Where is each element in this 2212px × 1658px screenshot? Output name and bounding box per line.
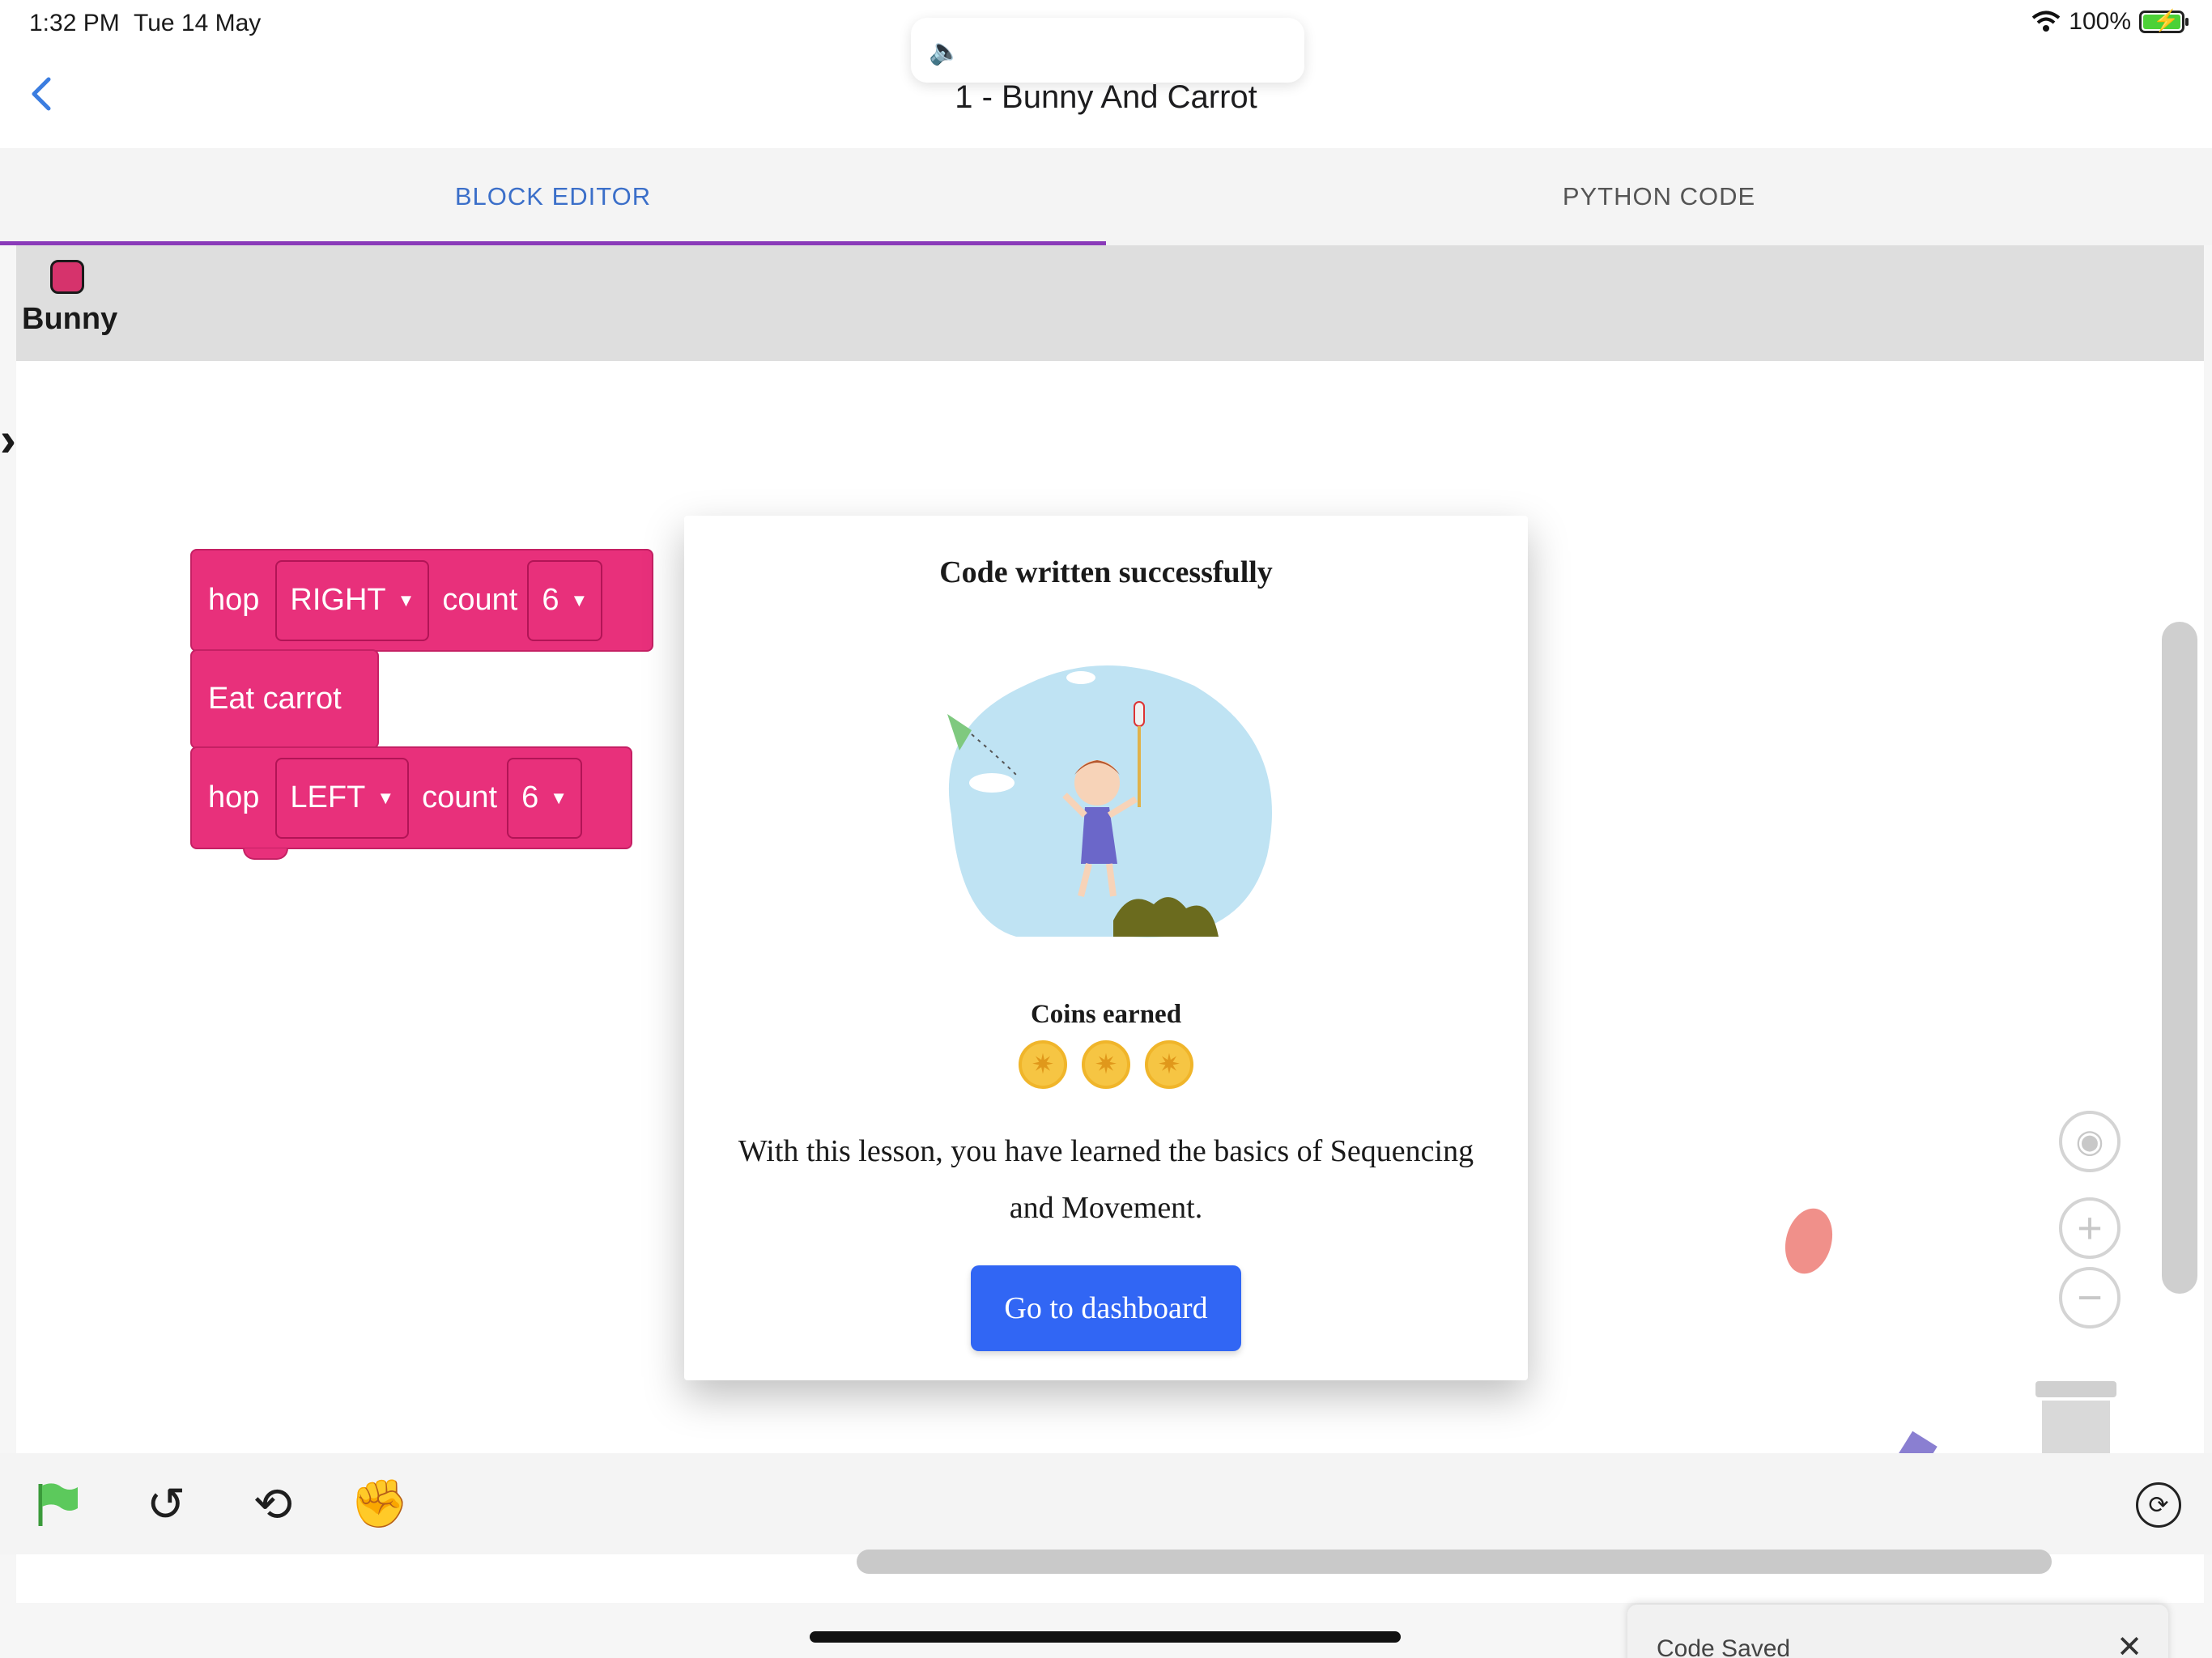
coins-earned: ✷ ✷ ✷ <box>684 1040 1528 1089</box>
tab-python-code[interactable]: PYTHON CODE <box>1106 148 2212 245</box>
coin-icon: ✷ <box>1082 1040 1130 1089</box>
direction-dropdown[interactable]: LEFT ▼ <box>275 757 410 839</box>
eat-carrot-block[interactable]: Eat carrot <box>190 649 379 749</box>
sprite-bar: Bunny <box>16 245 2204 361</box>
block-keyword: hop <box>208 583 260 617</box>
bottom-toolbar: ↺ ⟲ ✊ ⟳ <box>0 1453 2212 1554</box>
caret-down-icon: ▼ <box>550 787 568 808</box>
coin-icon: ✷ <box>1145 1040 1193 1089</box>
hop-block[interactable]: hop RIGHT ▼ count 6 ▼ <box>190 549 653 652</box>
header: 🔈 1 - Bunny And Carrot <box>0 18 2212 148</box>
status-time: 1:32 PM <box>29 10 120 36</box>
page-title: 1 - Bunny And Carrot <box>955 79 1257 115</box>
horizontal-scrollbar[interactable] <box>857 1550 2052 1574</box>
repeat-icon[interactable]: ⟲ <box>246 1477 300 1531</box>
code-saved-toast: Code Saved ✕ <box>1627 1605 2168 1658</box>
direction-value: LEFT <box>290 780 366 814</box>
direction-dropdown[interactable]: RIGHT ▼ <box>275 559 430 641</box>
count-label: count <box>422 780 498 814</box>
hop-block[interactable]: hop LEFT ▼ count 6 ▼ <box>190 746 632 849</box>
recenter-icon[interactable]: ◉ <box>2059 1111 2121 1172</box>
count-dropdown[interactable]: 6 ▼ <box>507 757 582 839</box>
count-dropdown[interactable]: 6 ▼ <box>527 559 603 641</box>
home-indicator[interactable] <box>810 1631 1401 1643</box>
block-keyword: Eat carrot <box>208 682 342 716</box>
tab-bar: BLOCK EDITOR PYTHON CODE <box>0 148 2212 245</box>
modal-title: Code written successfully <box>939 555 1273 589</box>
go-to-dashboard-button[interactable]: Go to dashboard <box>971 1265 1241 1351</box>
wifi-icon <box>2032 11 2061 32</box>
coin-icon: ✷ <box>1019 1040 1067 1089</box>
coins-label: Coins earned <box>1030 1000 1182 1029</box>
success-modal: Code written successfully Coins earned ✷… <box>684 516 1528 1380</box>
zoom-in-icon[interactable]: + <box>2059 1197 2121 1259</box>
flyout-toggle-icon[interactable]: › <box>0 411 16 467</box>
caret-down-icon: ▼ <box>376 787 395 808</box>
modal-message: With this lesson, you have learned the b… <box>738 1134 1474 1225</box>
green-flag-icon[interactable] <box>29 1477 83 1531</box>
reset-icon[interactable]: ↺ <box>139 1477 193 1531</box>
count-value: 6 <box>542 583 559 617</box>
block-notch <box>243 848 288 860</box>
close-icon[interactable]: ✕ <box>2116 1629 2142 1658</box>
toast-text: Code Saved <box>1657 1635 1791 1658</box>
sprite-color-swatch[interactable] <box>50 260 84 294</box>
count-label: count <box>442 583 518 617</box>
tab-block-editor[interactable]: BLOCK EDITOR <box>0 148 1106 245</box>
speaker-icon: 🔈 <box>929 36 961 66</box>
count-value: 6 <box>521 780 539 814</box>
zoom-out-icon[interactable]: − <box>2059 1267 2121 1329</box>
battery-icon: ⚡ <box>2139 8 2189 33</box>
vertical-scrollbar[interactable] <box>2162 622 2197 1294</box>
caret-down-icon: ▼ <box>570 589 589 610</box>
hand-icon[interactable]: ✊ <box>351 1477 409 1531</box>
rotate-camera-icon[interactable]: ⟳ <box>2136 1482 2181 1528</box>
direction-value: RIGHT <box>290 583 386 617</box>
volume-indicator: 🔈 <box>911 18 1304 83</box>
sprite-name[interactable]: Bunny <box>22 302 117 337</box>
celebration-illustration <box>947 665 1272 937</box>
block-keyword: hop <box>208 780 260 814</box>
battery-percent: 100% <box>2069 8 2131 35</box>
status-right: 100% ⚡ <box>2031 8 2189 36</box>
trash-icon[interactable] <box>2035 1381 2116 1457</box>
status-date: Tue 14 May <box>134 10 262 36</box>
caret-down-icon: ▼ <box>397 589 415 610</box>
